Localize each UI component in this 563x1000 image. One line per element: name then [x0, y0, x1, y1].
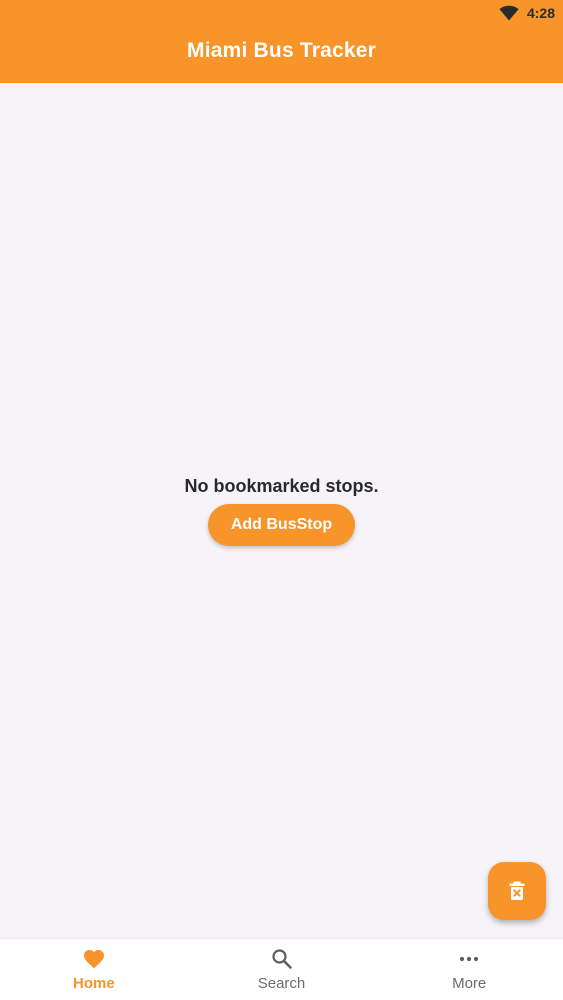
nav-item-search[interactable]: Search: [188, 939, 376, 1000]
search-icon: [271, 949, 292, 969]
bottom-navigation: Home Search More: [0, 938, 563, 1000]
nav-label-more: More: [452, 975, 487, 992]
main-content: No bookmarked stops. Add BusStop: [0, 83, 563, 938]
more-dots-icon: [460, 956, 479, 962]
heart-icon: [83, 950, 104, 969]
empty-state-message: No bookmarked stops.: [184, 476, 379, 496]
app-header: 4:28 Miami Bus Tracker: [0, 0, 563, 83]
delete-icon: [509, 881, 525, 900]
status-time: 4:28: [526, 5, 555, 21]
nav-label-search: Search: [257, 975, 306, 992]
nav-label-home: Home: [72, 975, 115, 992]
page-title: Miami Bus Tracker: [187, 39, 376, 62]
app-screen: 4:28 Miami Bus Tracker No bookmarked sto…: [0, 0, 563, 1000]
nav-item-home[interactable]: Home: [0, 939, 188, 1000]
wifi-icon: [499, 5, 519, 21]
clear-bookmarks-fab[interactable]: [488, 862, 546, 920]
status-bar: 4:28: [0, 0, 563, 26]
nav-item-more[interactable]: More: [375, 939, 563, 1000]
add-bus-stop-button[interactable]: Add BusStop: [208, 504, 355, 546]
